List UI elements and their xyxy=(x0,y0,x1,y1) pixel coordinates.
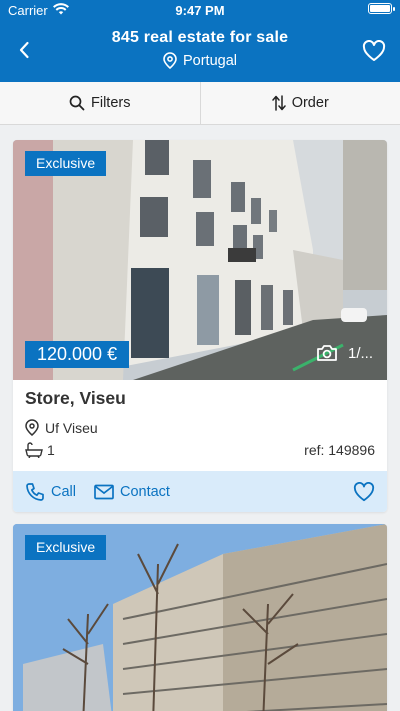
location-pin-icon xyxy=(163,52,177,69)
listing-card[interactable]: Exclusive 120.000 € 1/... Store, Viseu U… xyxy=(13,140,387,512)
page-title: 845 real estate for sale xyxy=(111,29,289,46)
listing-actions: Call Contact xyxy=(13,471,387,512)
subtitle-text: Portugal xyxy=(182,52,237,69)
favorites-button[interactable] xyxy=(360,37,388,65)
exclusive-badge: Exclusive xyxy=(25,535,107,560)
listing-name: Store, Viseu xyxy=(25,388,126,408)
photo-counter[interactable]: 1/... xyxy=(316,344,373,362)
back-arrow-icon xyxy=(19,41,29,59)
listing-meta: 1 ref: 149896 xyxy=(25,442,375,458)
favorite-listing-button[interactable] xyxy=(353,481,375,502)
filters-button[interactable]: Filters xyxy=(0,82,200,124)
order-label: Order xyxy=(291,95,329,111)
listing-location: Uf Viseu xyxy=(25,419,375,436)
call-label: Call xyxy=(51,483,76,500)
phone-icon xyxy=(26,482,44,501)
listing-photo[interactable]: Exclusive 120.000 € 1/... xyxy=(13,140,387,380)
location-text: Uf Viseu xyxy=(45,419,98,436)
status-time: 9:47 PM xyxy=(175,3,225,18)
heart-icon xyxy=(362,40,386,61)
sort-icon xyxy=(271,95,286,111)
contact-label: Contact xyxy=(119,483,170,500)
location-pin-icon xyxy=(25,419,39,436)
filter-order-toolbar: Filters Order xyxy=(0,82,400,125)
photo-count-text: 1/... xyxy=(347,344,373,362)
listing-photo[interactable]: Exclusive xyxy=(13,524,387,711)
price-tag: 120.000 € xyxy=(25,341,130,368)
camera-icon xyxy=(317,345,337,361)
app-header: Carrier 9:47 PM 845 real estate for sale… xyxy=(0,0,400,82)
bathroom-count: 1 xyxy=(47,442,55,458)
contact-button[interactable]: Contact xyxy=(94,484,170,500)
page-subtitle: Portugal xyxy=(60,52,340,69)
listing-info: Store, Viseu Uf Viseu 1 ref: 149896 xyxy=(13,380,387,471)
filters-label: Filters xyxy=(91,95,131,111)
bathtub-icon xyxy=(25,442,43,458)
heart-icon xyxy=(353,481,375,501)
order-button[interactable]: Order xyxy=(201,82,400,124)
call-button[interactable]: Call xyxy=(25,482,76,502)
listing-card[interactable]: Exclusive xyxy=(13,524,387,711)
exclusive-badge: Exclusive xyxy=(25,151,107,176)
mail-icon xyxy=(94,484,114,499)
status-bar: Carrier 9:47 PM xyxy=(0,0,400,20)
battery-icon xyxy=(368,3,395,14)
bathrooms: 1 xyxy=(25,442,55,458)
search-icon xyxy=(69,95,85,111)
reference-number: ref: 149896 xyxy=(304,442,375,458)
back-button[interactable] xyxy=(10,36,38,64)
